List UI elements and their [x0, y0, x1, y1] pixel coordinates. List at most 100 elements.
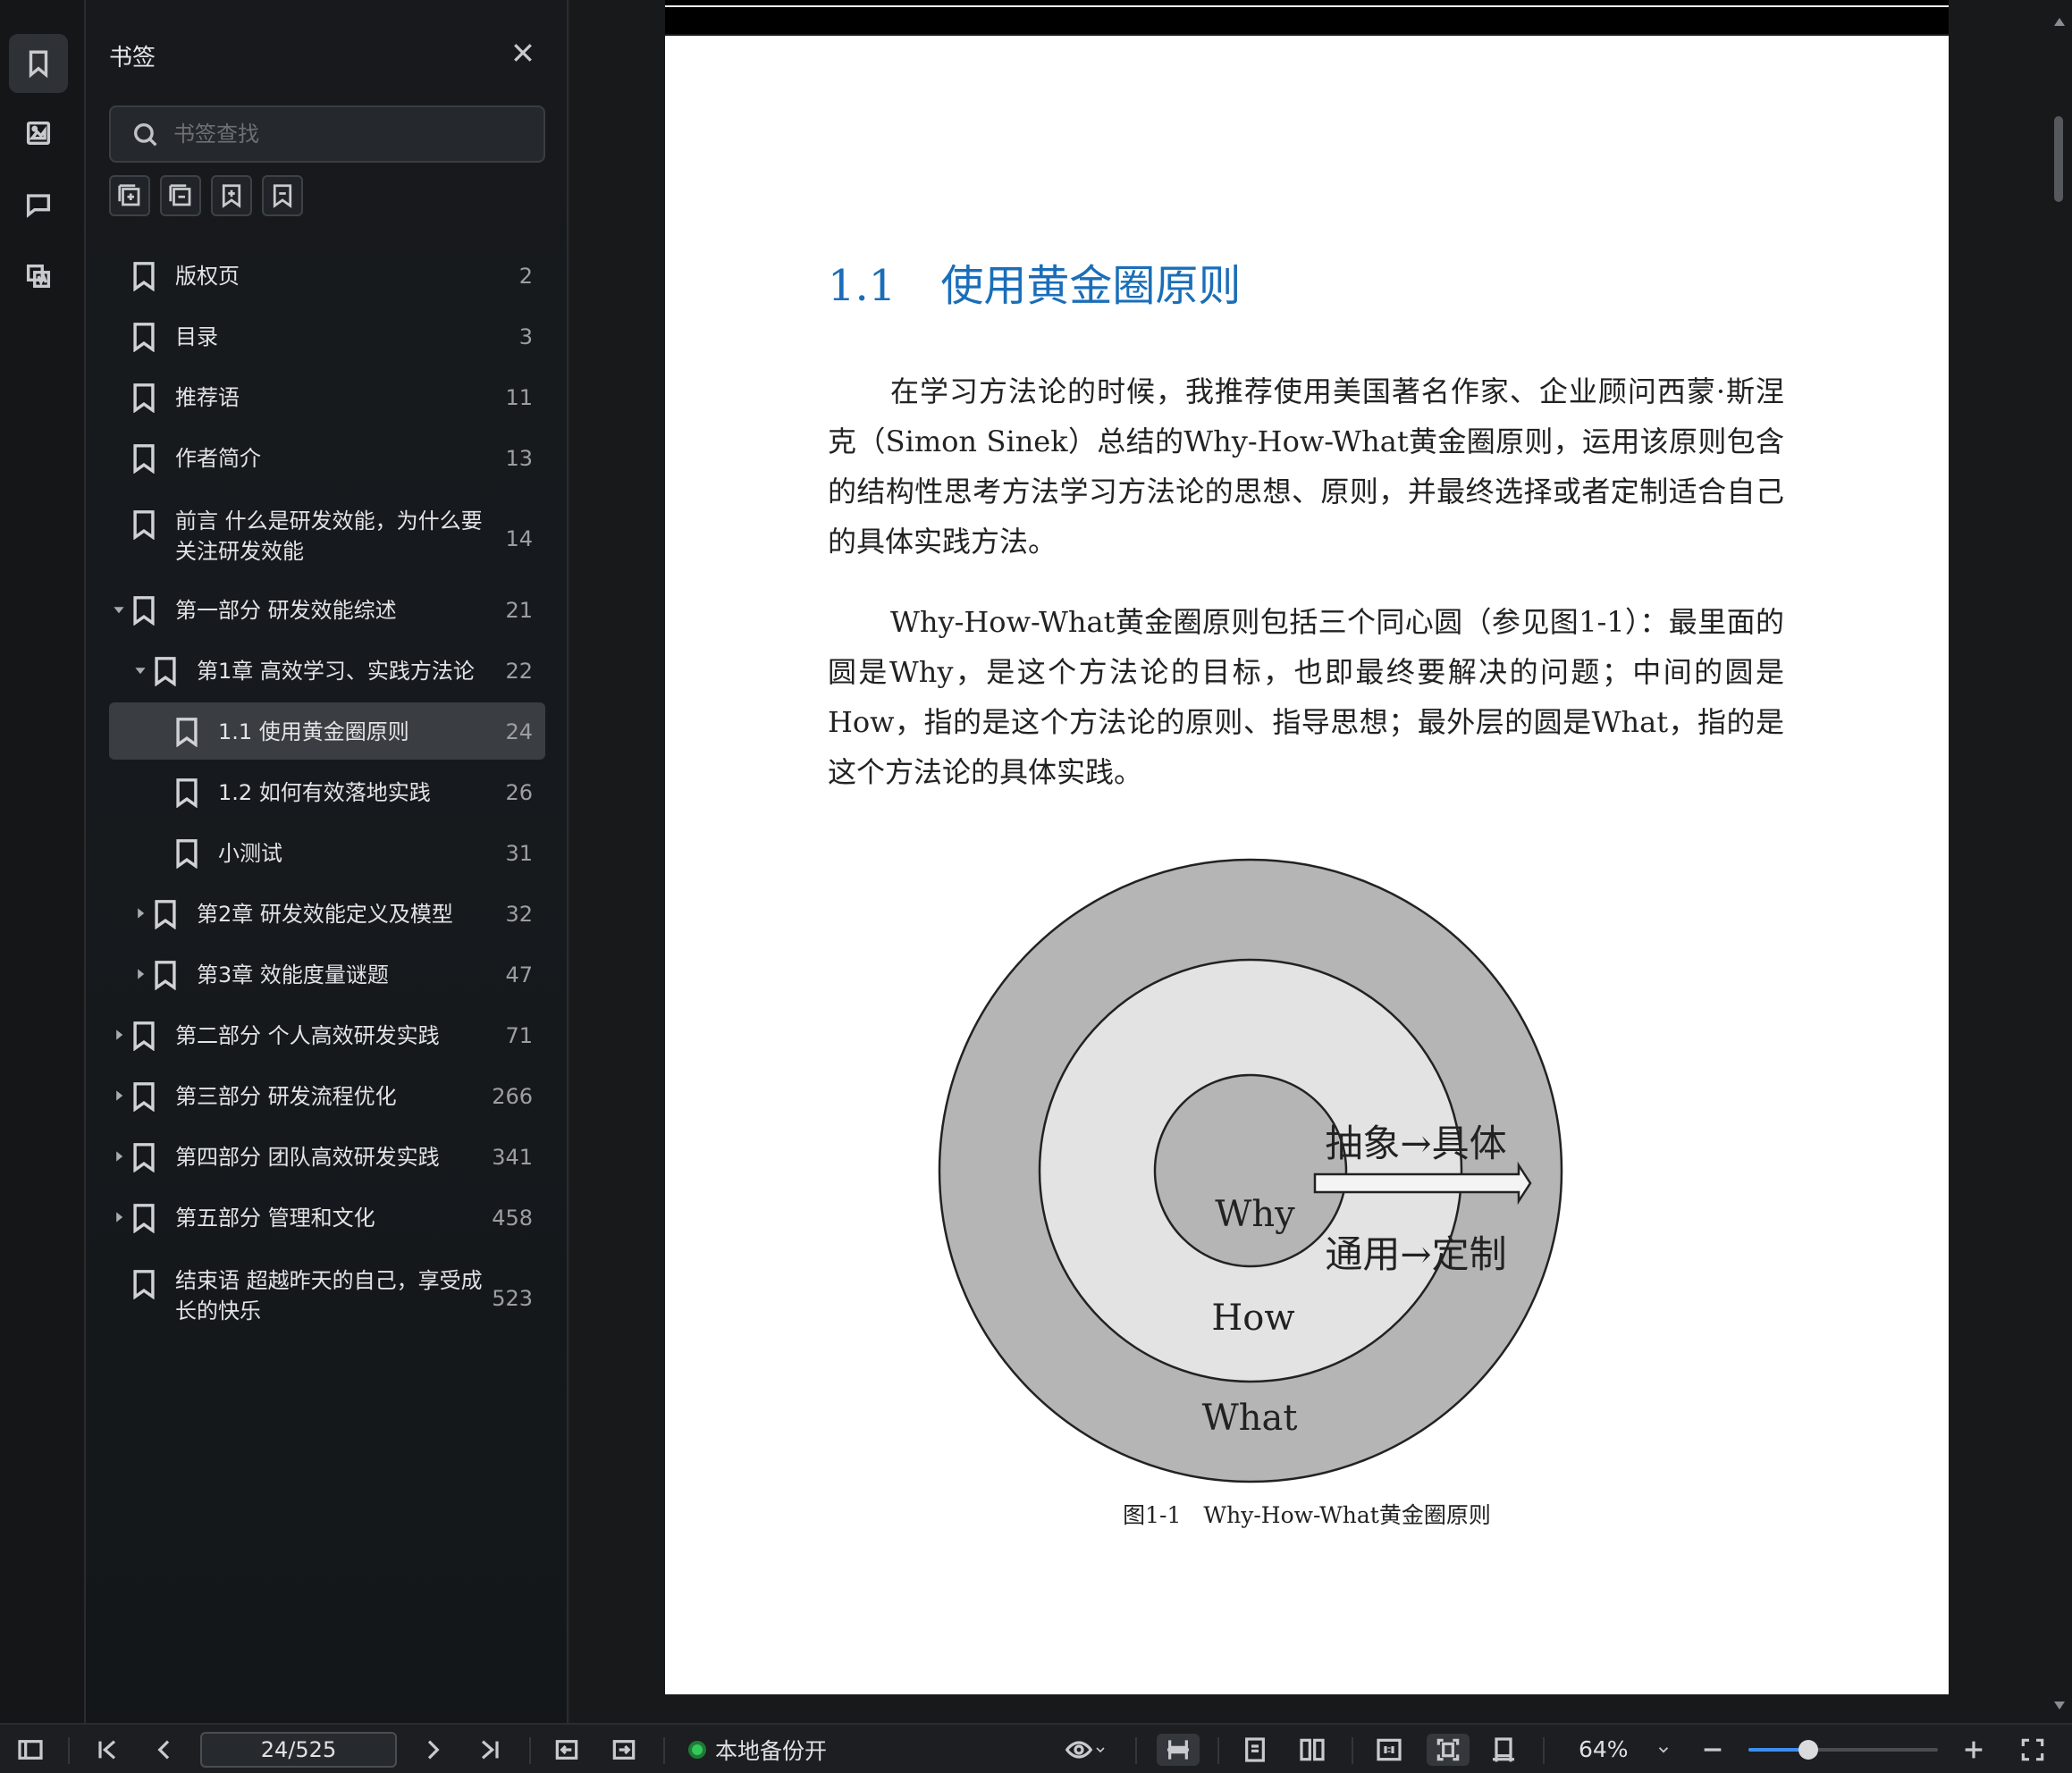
fit-page-icon[interactable]	[1427, 1734, 1470, 1766]
bookmark-icon	[131, 261, 157, 292]
bookmark-icon	[131, 595, 157, 626]
actual-size-icon[interactable]	[1371, 1734, 1407, 1766]
bookmark-label: 推荐语	[175, 385, 240, 410]
next-page-icon[interactable]	[415, 1734, 451, 1766]
previous-page-icon[interactable]	[147, 1734, 182, 1766]
scroll-up-icon[interactable]	[2054, 18, 2065, 26]
bookmark-item[interactable]: 第1章 高效学习、实践方法论 22	[109, 642, 545, 699]
bookmark-item[interactable]: 结束语 超越昨天的自己，享受成长的快乐 523	[109, 1265, 545, 1330]
left-icon-rail	[0, 0, 86, 1723]
bookmark-label: 第四部分 团队高效研发实践	[175, 1145, 440, 1170]
bookmark-label: 第三部分 研发流程优化	[175, 1084, 397, 1109]
single-page-icon[interactable]	[1237, 1734, 1273, 1766]
expand-arrow-closed-icon[interactable]	[113, 1210, 125, 1223]
expand-arrow-closed-icon[interactable]	[134, 906, 147, 919]
bookmark-panel: 书签 版权页 2 目录 3 推荐语 11 作者简介 13 前言 什么是研发效能，为什么要关注研发…	[86, 0, 569, 1723]
bookmark-item[interactable]: 1.1 使用黄金圈原则 24	[109, 702, 545, 760]
bookmark-item[interactable]: 第3章 效能度量谜题 47	[109, 945, 545, 1003]
panel-title: 书签	[109, 45, 156, 71]
bookmark-item[interactable]: 版权页 2	[109, 247, 545, 304]
zoom-slider[interactable]	[1748, 1740, 1938, 1760]
zoom-dropdown-chevron-icon[interactable]	[1650, 1734, 1677, 1766]
expand-all-button[interactable]	[109, 175, 150, 216]
bookmark-item[interactable]: 第2章 研发效能定义及模型 32	[109, 885, 545, 942]
bookmark-search-input[interactable]	[173, 107, 531, 161]
fit-width-icon[interactable]	[1486, 1734, 1521, 1766]
bookmark-item[interactable]: 1.2 如何有效落地实践 26	[109, 763, 545, 820]
search-icon	[133, 122, 157, 147]
bookmark-page-number: 458	[492, 1206, 533, 1231]
remove-bookmark-button[interactable]	[262, 175, 303, 216]
toggle-sidebar-icon[interactable]	[13, 1734, 48, 1766]
bookmark-item[interactable]: 目录 3	[109, 307, 545, 365]
bookmark-label: 1.1 使用黄金圈原则	[218, 719, 409, 744]
vertical-scrollbar[interactable]	[2047, 0, 2072, 1723]
bookmark-page-number: 71	[505, 1023, 533, 1048]
expand-arrow-open-icon[interactable]	[134, 663, 147, 676]
bookmark-page-number: 341	[492, 1145, 533, 1170]
label-abstract-to-concrete: 抽象→具体	[1325, 1122, 1506, 1165]
bookmark-page-number: 24	[505, 719, 533, 744]
section-heading: 1.1 使用黄金圈原则	[828, 250, 1241, 313]
paragraph-1: 在学习方法论的时候，我推荐使用美国著名作家、企业顾问西蒙·斯涅克（Simon S…	[828, 374, 1784, 559]
bookmark-page-number: 11	[505, 385, 533, 410]
read-mode-dropdown[interactable]	[1058, 1734, 1114, 1766]
expand-arrow-closed-icon[interactable]	[113, 1149, 125, 1162]
bookmark-label: 第五部分 管理和文化	[175, 1206, 375, 1231]
zoom-level[interactable]: 64%	[1579, 1734, 1629, 1766]
thumbnail-panel-icon[interactable]	[9, 104, 68, 163]
local-backup-status[interactable]: 本地备份开	[688, 1734, 827, 1766]
fullscreen-icon[interactable]	[2015, 1734, 2051, 1766]
close-icon[interactable]	[510, 39, 536, 66]
annotation-panel-icon[interactable]	[9, 247, 68, 306]
comment-panel-icon[interactable]	[9, 175, 68, 234]
bookmark-icon	[173, 838, 200, 870]
bookmark-item[interactable]: 推荐语 11	[109, 368, 545, 425]
expand-arrow-closed-icon[interactable]	[134, 967, 147, 979]
bookmark-item[interactable]: 第五部分 管理和文化 458	[109, 1189, 545, 1246]
bookmark-label: 结束语 超越昨天的自己，享受成长的快乐	[175, 1268, 483, 1323]
double-page-icon[interactable]	[1294, 1734, 1330, 1766]
bookmark-icon	[131, 443, 157, 475]
bookmark-item[interactable]: 第三部分 研发流程优化 266	[109, 1067, 545, 1124]
label-what: What	[1202, 1398, 1298, 1439]
first-page-icon[interactable]	[89, 1734, 125, 1766]
page-number-input[interactable]: 24/525	[200, 1732, 397, 1768]
bookmark-icon	[131, 1203, 157, 1234]
last-page-icon[interactable]	[472, 1734, 508, 1766]
backup-label: 本地备份开	[715, 1738, 828, 1764]
bookmark-item[interactable]: 作者简介 13	[109, 429, 545, 486]
collapse-all-button[interactable]	[160, 175, 201, 216]
add-bookmark-button[interactable]	[211, 175, 252, 216]
golden-circle-diagram: Why How What 抽象→具体 通用→定制	[938, 858, 1563, 1483]
bookmark-page-number: 13	[505, 446, 533, 471]
bookmark-item[interactable]: 第四部分 团队高效研发实践 341	[109, 1128, 545, 1185]
bookmark-icon	[131, 322, 157, 353]
bookmark-item[interactable]: 前言 什么是研发效能，为什么要关注研发效能 14	[109, 506, 545, 570]
navigate-back-icon[interactable]	[549, 1734, 585, 1766]
zoom-out-icon[interactable]	[1695, 1734, 1731, 1766]
figure-caption: 图1-1 Why-How-What黄金圈原则	[1123, 1502, 1491, 1528]
expand-arrow-open-icon[interactable]	[113, 602, 125, 615]
bookmark-icon	[131, 382, 157, 414]
scroll-thumb[interactable]	[2054, 116, 2063, 202]
bookmark-item[interactable]: 小测试 31	[109, 824, 545, 881]
bookmark-label: 第3章 效能度量谜题	[197, 962, 389, 987]
navigate-forward-icon[interactable]	[606, 1734, 642, 1766]
zoom-in-icon[interactable]	[1956, 1734, 1992, 1766]
scroll-down-icon[interactable]	[2054, 1702, 2065, 1710]
bookmark-label: 1.2 如何有效落地实践	[218, 780, 431, 805]
bookmark-label: 前言 什么是研发效能，为什么要关注研发效能	[175, 508, 483, 564]
bookmark-page-number: 47	[505, 962, 533, 987]
bookmark-item[interactable]: 第二部分 个人高效研发实践 71	[109, 1006, 545, 1063]
bookmark-page-number: 2	[518, 264, 533, 289]
zoom-slider-handle[interactable]	[1798, 1740, 1818, 1760]
continuous-scroll-icon[interactable]	[1157, 1734, 1200, 1766]
bookmark-icon	[131, 1081, 157, 1113]
expand-arrow-closed-icon[interactable]	[113, 1088, 125, 1101]
bookmark-item[interactable]: 第一部分 研发效能综述 21	[109, 581, 545, 638]
bookmark-panel-icon[interactable]	[9, 34, 68, 93]
bookmark-icon	[131, 509, 157, 541]
expand-arrow-closed-icon[interactable]	[113, 1028, 125, 1040]
bookmark-page-number: 14	[505, 526, 533, 551]
